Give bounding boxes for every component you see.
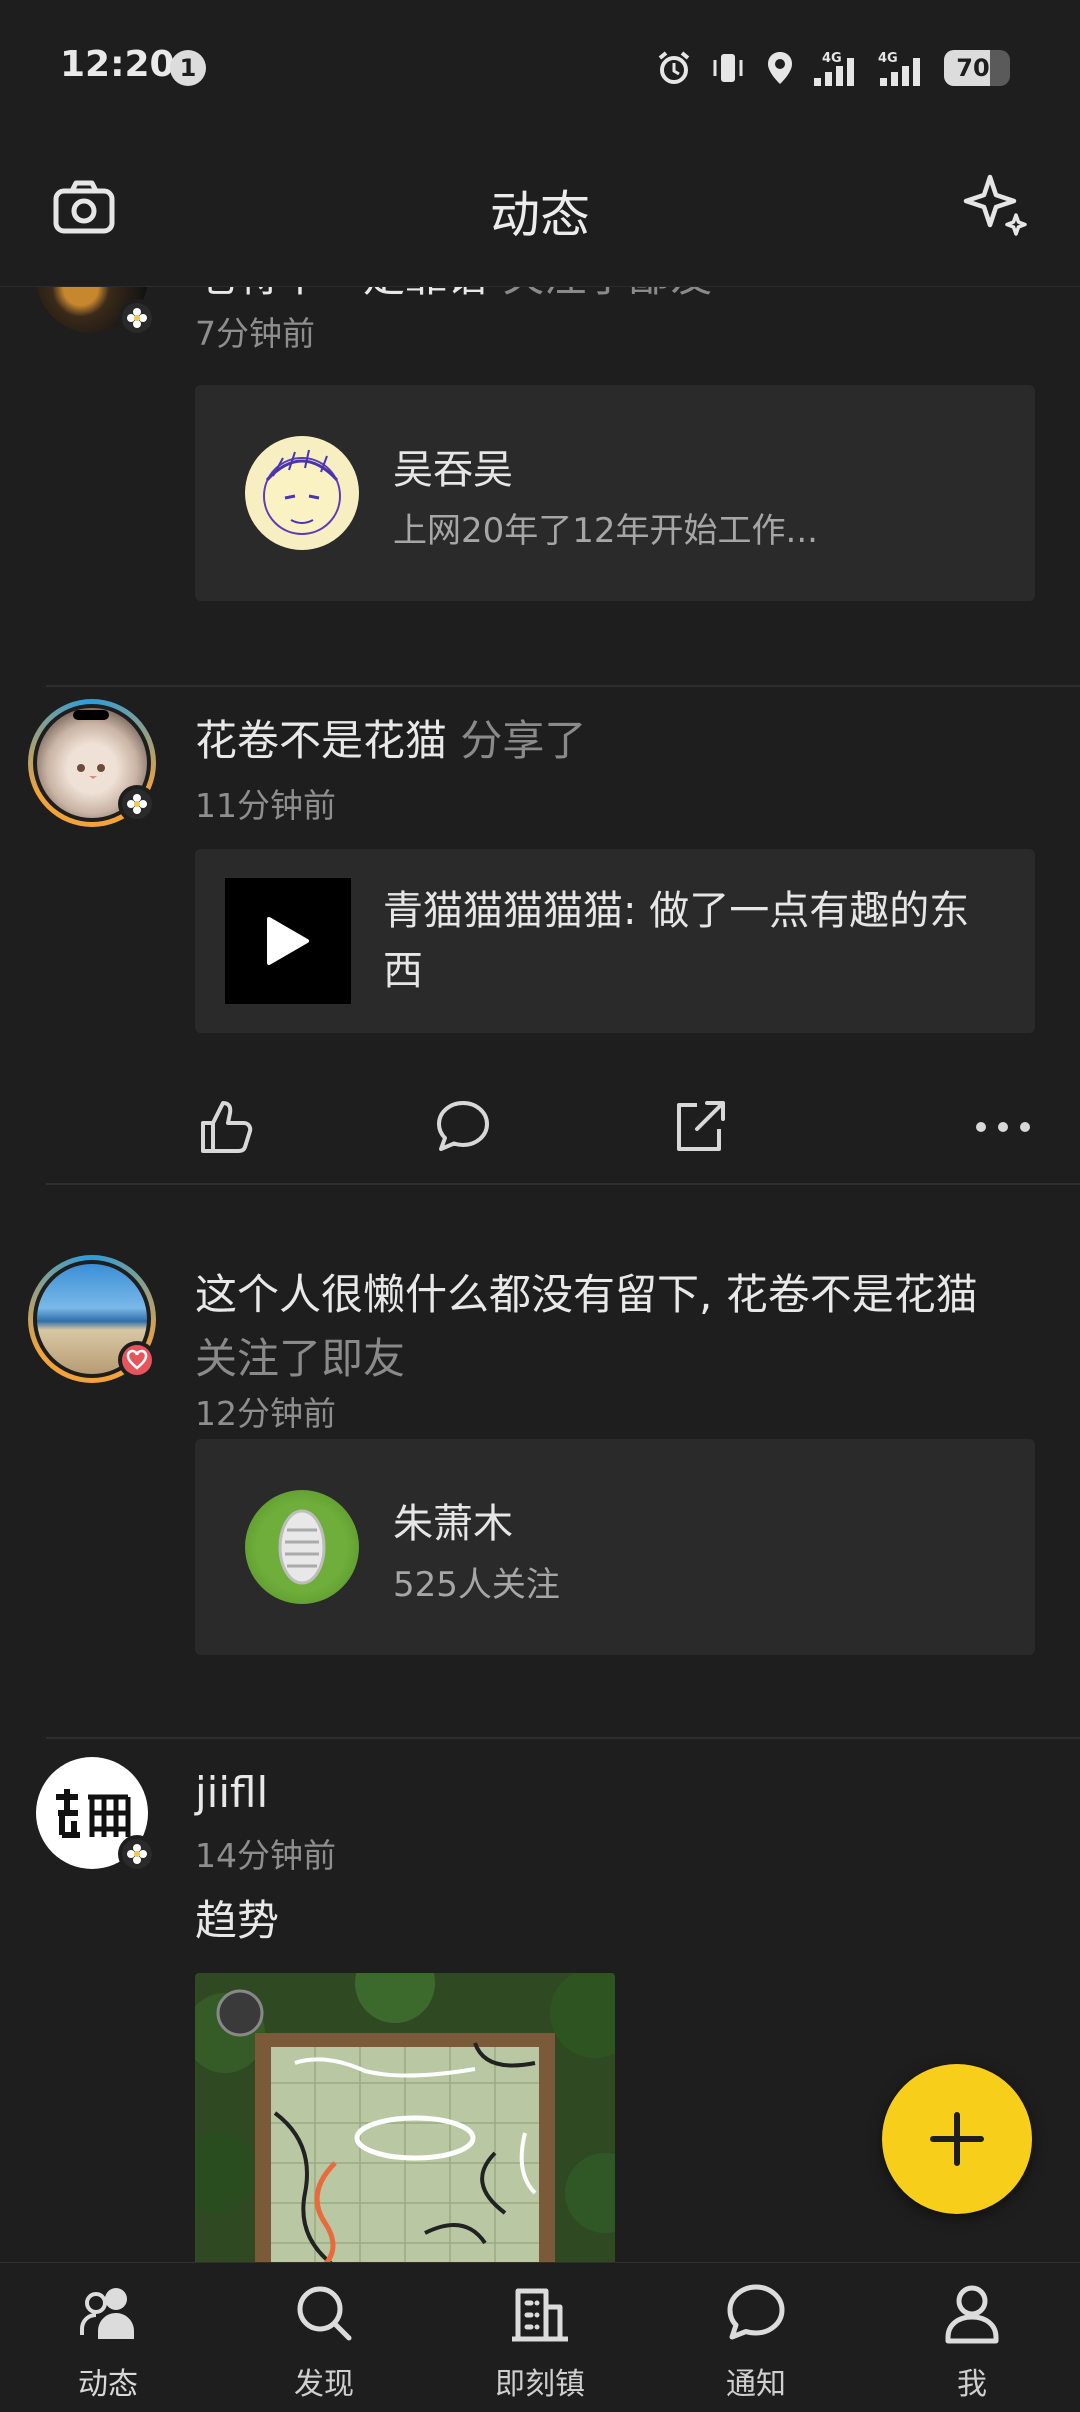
post-headline: 花卷不是花猫 分享了 bbox=[195, 709, 1040, 773]
post-headline: 老将不一定靠谱 关注了鄙友 bbox=[195, 287, 1040, 309]
signal-1-icon: 4G bbox=[814, 51, 854, 86]
nav-item-discover[interactable]: 发现 bbox=[216, 2263, 432, 2412]
user-avatar[interactable] bbox=[28, 699, 156, 827]
user-avatar[interactable] bbox=[28, 287, 156, 341]
flower-icon bbox=[127, 308, 147, 328]
nav-label: 动态 bbox=[78, 2367, 138, 2402]
user-avatar[interactable] bbox=[28, 1749, 156, 1877]
comment-icon[interactable] bbox=[431, 1095, 495, 1159]
feed-item[interactable]: 老将不一定靠谱 关注了鄙友 7分钟前 吴吞吴 上网20年了12年开始工作... bbox=[0, 287, 1080, 697]
badge bbox=[118, 785, 156, 823]
signal-2-icon: 4G bbox=[878, 51, 920, 86]
person-icon bbox=[945, 2285, 999, 2344]
building-icon bbox=[512, 2288, 568, 2342]
nav-item-town[interactable]: 即刻镇 bbox=[432, 2263, 648, 2412]
alarm-icon bbox=[658, 51, 690, 84]
post-image[interactable] bbox=[195, 1973, 615, 2262]
divider bbox=[46, 1183, 1080, 1185]
nav-item-feed[interactable]: 动态 bbox=[0, 2263, 216, 2412]
battery-indicator: 70 bbox=[944, 50, 1010, 86]
create-post-button[interactable] bbox=[882, 2064, 1032, 2214]
video-thumbnail[interactable] bbox=[225, 878, 351, 1004]
card-avatar bbox=[245, 1490, 359, 1604]
like-icon[interactable] bbox=[195, 1095, 259, 1159]
vibrate-icon bbox=[713, 54, 743, 82]
share-icon[interactable] bbox=[667, 1095, 731, 1159]
nav-label: 通知 bbox=[726, 2367, 786, 2402]
card-subtitle: 525人关注 bbox=[393, 1565, 560, 1605]
divider bbox=[46, 685, 1080, 687]
post-time: 12分钟前 bbox=[195, 1394, 336, 1433]
page-title: 动态 bbox=[490, 186, 590, 244]
post-time: 7分钟前 bbox=[195, 314, 315, 353]
user-avatar[interactable] bbox=[28, 1255, 156, 1383]
sparkle-icon[interactable] bbox=[960, 167, 1032, 239]
card-name: 吴吞吴 bbox=[393, 447, 513, 493]
card-avatar bbox=[245, 436, 359, 550]
card-name: 朱萧木 bbox=[393, 1501, 513, 1547]
feed-list[interactable]: 老将不一定靠谱 关注了鄙友 7分钟前 吴吞吴 上网20年了12年开始工作... … bbox=[0, 287, 1080, 2262]
status-time: 12:20 bbox=[60, 44, 175, 85]
badge bbox=[118, 1341, 156, 1379]
nav-item-notifications[interactable]: 通知 bbox=[648, 2263, 864, 2412]
post-author[interactable]: 老将不一定靠谱 bbox=[195, 287, 489, 301]
post-time: 14分钟前 bbox=[195, 1836, 336, 1875]
followed-user-card[interactable]: 吴吞吴 上网20年了12年开始工作... bbox=[195, 385, 1035, 601]
flower-icon bbox=[127, 1844, 147, 1864]
play-icon bbox=[267, 917, 309, 965]
nav-label: 我 bbox=[957, 2367, 987, 2402]
network-1-label: 4G bbox=[822, 51, 842, 66]
badge bbox=[118, 299, 156, 337]
status-bar: 12:20 1 4G 4G 70 bbox=[0, 0, 1080, 135]
post-author[interactable]: jiifll bbox=[195, 1768, 268, 1817]
users-icon bbox=[80, 2288, 134, 2339]
feed-item[interactable]: 这个人很懒什么都没有留下, 花卷不是花猫 关注了即友 12分钟前 朱萧木 525… bbox=[0, 1255, 1080, 1755]
feed-item[interactable]: 花卷不是花猫 分享了 11分钟前 青猫猫猫猫猫: 做了一点有趣的东西 bbox=[0, 699, 1080, 1199]
post-time: 11分钟前 bbox=[195, 786, 336, 825]
location-icon bbox=[768, 52, 792, 84]
more-icon[interactable] bbox=[971, 1095, 1035, 1159]
notification-count-badge: 1 bbox=[170, 50, 206, 86]
chat-bubble-icon bbox=[727, 2284, 785, 2340]
shared-content-card[interactable]: 青猫猫猫猫猫: 做了一点有趣的东西 bbox=[195, 849, 1035, 1033]
network-2-label: 4G bbox=[878, 51, 898, 66]
nav-label: 即刻镇 bbox=[495, 2367, 585, 2402]
post-action: 关注了鄙友 bbox=[502, 287, 712, 301]
post-actions bbox=[195, 1095, 1035, 1165]
post-text: 趋势 bbox=[195, 1896, 280, 1945]
post-action: 分享了 bbox=[460, 716, 587, 765]
top-app-bar: 动态 bbox=[0, 135, 1080, 287]
plus-icon bbox=[930, 2112, 984, 2166]
post-author[interactable]: 这个人很懒什么都没有留下, 花卷不是花猫 bbox=[195, 1270, 978, 1319]
status-icons: 4G 4G 70 bbox=[654, 46, 1010, 90]
nav-item-me[interactable]: 我 bbox=[864, 2263, 1080, 2412]
flower-icon bbox=[127, 794, 147, 814]
bottom-navigation: 动态 发现 即刻镇 通知 我 bbox=[0, 2262, 1080, 2412]
followed-user-card[interactable]: 朱萧木 525人关注 bbox=[195, 1439, 1035, 1655]
post-headline: jiifll bbox=[195, 1761, 1040, 1825]
post-author[interactable]: 花卷不是花猫 bbox=[195, 716, 447, 765]
search-icon bbox=[297, 2286, 352, 2341]
card-subtitle: 上网20年了12年开始工作... bbox=[393, 511, 818, 551]
divider bbox=[46, 1737, 1080, 1739]
nav-label: 发现 bbox=[294, 2367, 354, 2402]
heart-icon bbox=[126, 1349, 148, 1370]
post-headline: 这个人很懒什么都没有留下, 花卷不是花猫 关注了即友 bbox=[195, 1263, 1040, 1391]
post-action: 关注了即友 bbox=[195, 1334, 406, 1383]
badge bbox=[118, 1835, 156, 1873]
battery-level: 70 bbox=[956, 54, 990, 82]
shared-title: 青猫猫猫猫猫: 做了一点有趣的东西 bbox=[383, 888, 970, 994]
